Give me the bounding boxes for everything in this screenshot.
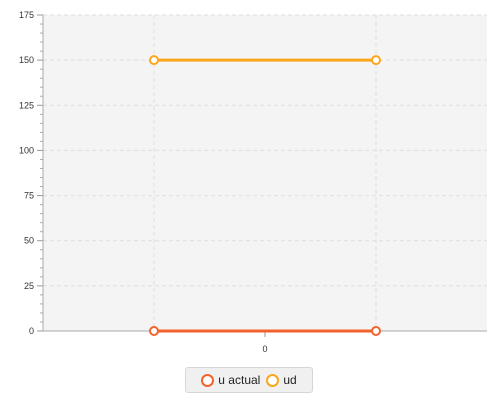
- legend-label-ud: ud: [283, 373, 297, 387]
- plot-background: [43, 15, 487, 331]
- y-tick-label: 0: [29, 326, 34, 336]
- y-tick-label: 50: [24, 236, 34, 246]
- chart-svg: 0 25 50 75 100 125 150 175 0: [19, 10, 487, 354]
- legend-symbol-ud: [266, 373, 280, 387]
- legend-symbol-u-actual: [201, 373, 215, 387]
- data-point-0-0: [149, 326, 159, 336]
- legend: u actual ud: [185, 367, 313, 393]
- y-tick-label: 125: [19, 100, 34, 110]
- x-tick-label: 0: [262, 344, 267, 354]
- y-tick-label: 150: [19, 55, 34, 65]
- data-point-0-1: [371, 326, 381, 336]
- legend-item-u-actual: u actual: [201, 373, 260, 387]
- y-tick-label: 25: [24, 281, 34, 291]
- chart: 0 25 50 75 100 125 150 175 0 u actual ud: [0, 0, 500, 400]
- y-tick-label: 75: [24, 191, 34, 201]
- data-point-1-0: [149, 55, 159, 66]
- y-tick-label: 100: [19, 145, 34, 155]
- legend-item-ud: ud: [266, 373, 297, 387]
- data-point-1-1: [371, 55, 381, 66]
- legend-label-u-actual: u actual: [218, 373, 261, 387]
- y-tick-label: 175: [19, 10, 34, 20]
